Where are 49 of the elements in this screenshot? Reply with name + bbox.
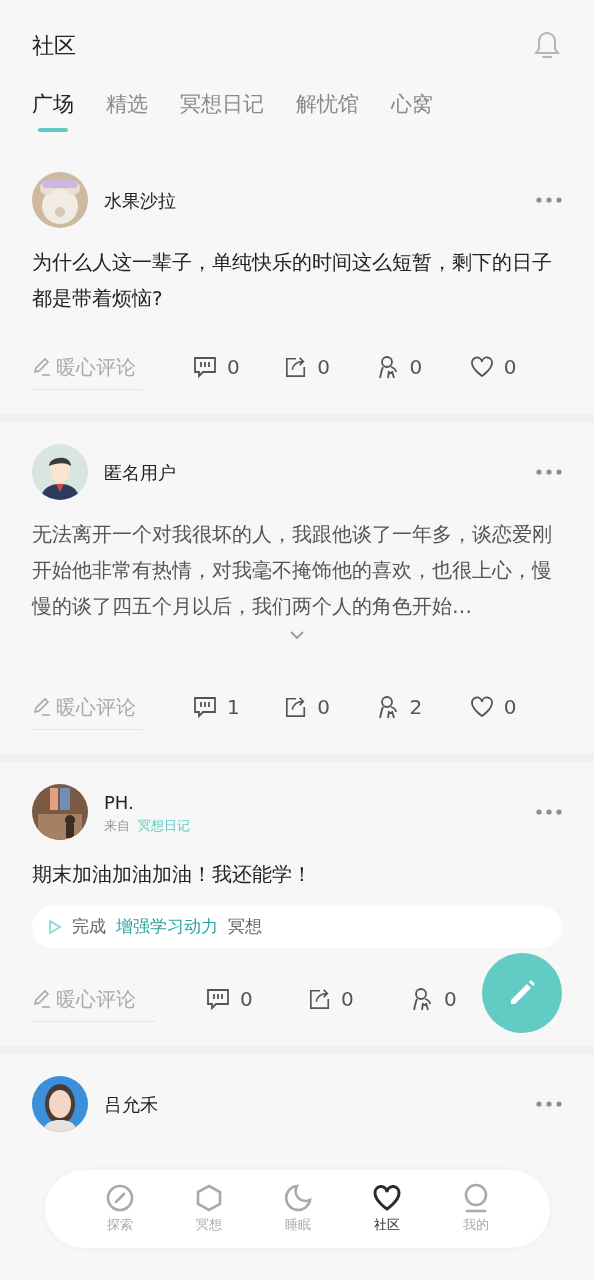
hug-button[interactable]: 0 <box>377 352 423 382</box>
expand-icon[interactable] <box>289 630 305 640</box>
more-icon[interactable] <box>536 1101 562 1107</box>
post-text: 无法离开一个对我很坏的人，我跟他谈了一年多，谈恋爱刚开始他非常有热情，对我毫不掩饰他的喜欢，也很上心，慢慢的谈了四五个月以后，我们两个人的角色开始… <box>32 521 553 620</box>
hug-icon <box>412 987 434 1011</box>
author-name[interactable]: PH. <box>104 788 520 816</box>
more-icon[interactable] <box>536 469 562 475</box>
pencil-icon <box>32 696 52 717</box>
share-icon <box>285 356 308 378</box>
comment-button[interactable]: 1 <box>193 692 240 722</box>
hug-icon <box>377 695 400 719</box>
task-label: 冥想 <box>228 915 262 939</box>
post-text: 期末加油加油加油！我还能学！ <box>32 861 313 888</box>
task-name: 增强学习动力 <box>116 915 218 939</box>
post-text: 为什么人这一辈子，单纯快乐的时间这么短暂，剩下的日子都是带着烦恼? <box>32 249 553 312</box>
comment-button[interactable]: 0 <box>206 984 253 1014</box>
author-name[interactable]: 匿名用户 <box>104 458 520 486</box>
hug-button[interactable]: 2 <box>377 692 423 722</box>
hug-button[interactable]: 0 <box>412 984 457 1014</box>
more-icon[interactable] <box>536 809 562 815</box>
share-button[interactable]: 0 <box>285 692 330 722</box>
task-pill[interactable]: 完成 增强学习动力 冥想 <box>32 906 562 948</box>
hug-icon <box>377 355 400 379</box>
bell-icon[interactable] <box>532 29 562 61</box>
comment-button[interactable]: 0 <box>193 352 240 382</box>
like-button[interactable]: 0 <box>469 352 517 382</box>
moon-icon <box>282 1183 313 1214</box>
author-name[interactable]: 吕允禾 <box>104 1090 520 1118</box>
task-label: 完成 <box>72 915 106 939</box>
comment-icon <box>193 695 218 719</box>
comment-icon <box>193 355 218 379</box>
share-button[interactable]: 0 <box>309 984 354 1014</box>
pencil-icon <box>32 356 52 377</box>
pencil-icon <box>32 988 52 1009</box>
play-icon <box>48 919 62 935</box>
share-icon <box>309 988 331 1010</box>
share-button[interactable]: 0 <box>285 352 330 382</box>
nav-tab[interactable]: 社区 <box>356 1183 417 1235</box>
tab[interactable]: 广场 <box>32 86 74 132</box>
share-icon <box>285 696 308 718</box>
compass-icon <box>104 1183 135 1214</box>
author-name[interactable]: 水果沙拉 <box>104 186 520 214</box>
comment-icon <box>206 987 230 1011</box>
more-icon[interactable] <box>536 197 562 203</box>
heart-icon <box>469 696 494 718</box>
heart-icon <box>469 356 494 378</box>
source-label: 来自 <box>104 816 130 835</box>
page-title: 社区 <box>32 31 76 60</box>
like-button[interactable]: 0 <box>469 692 517 722</box>
